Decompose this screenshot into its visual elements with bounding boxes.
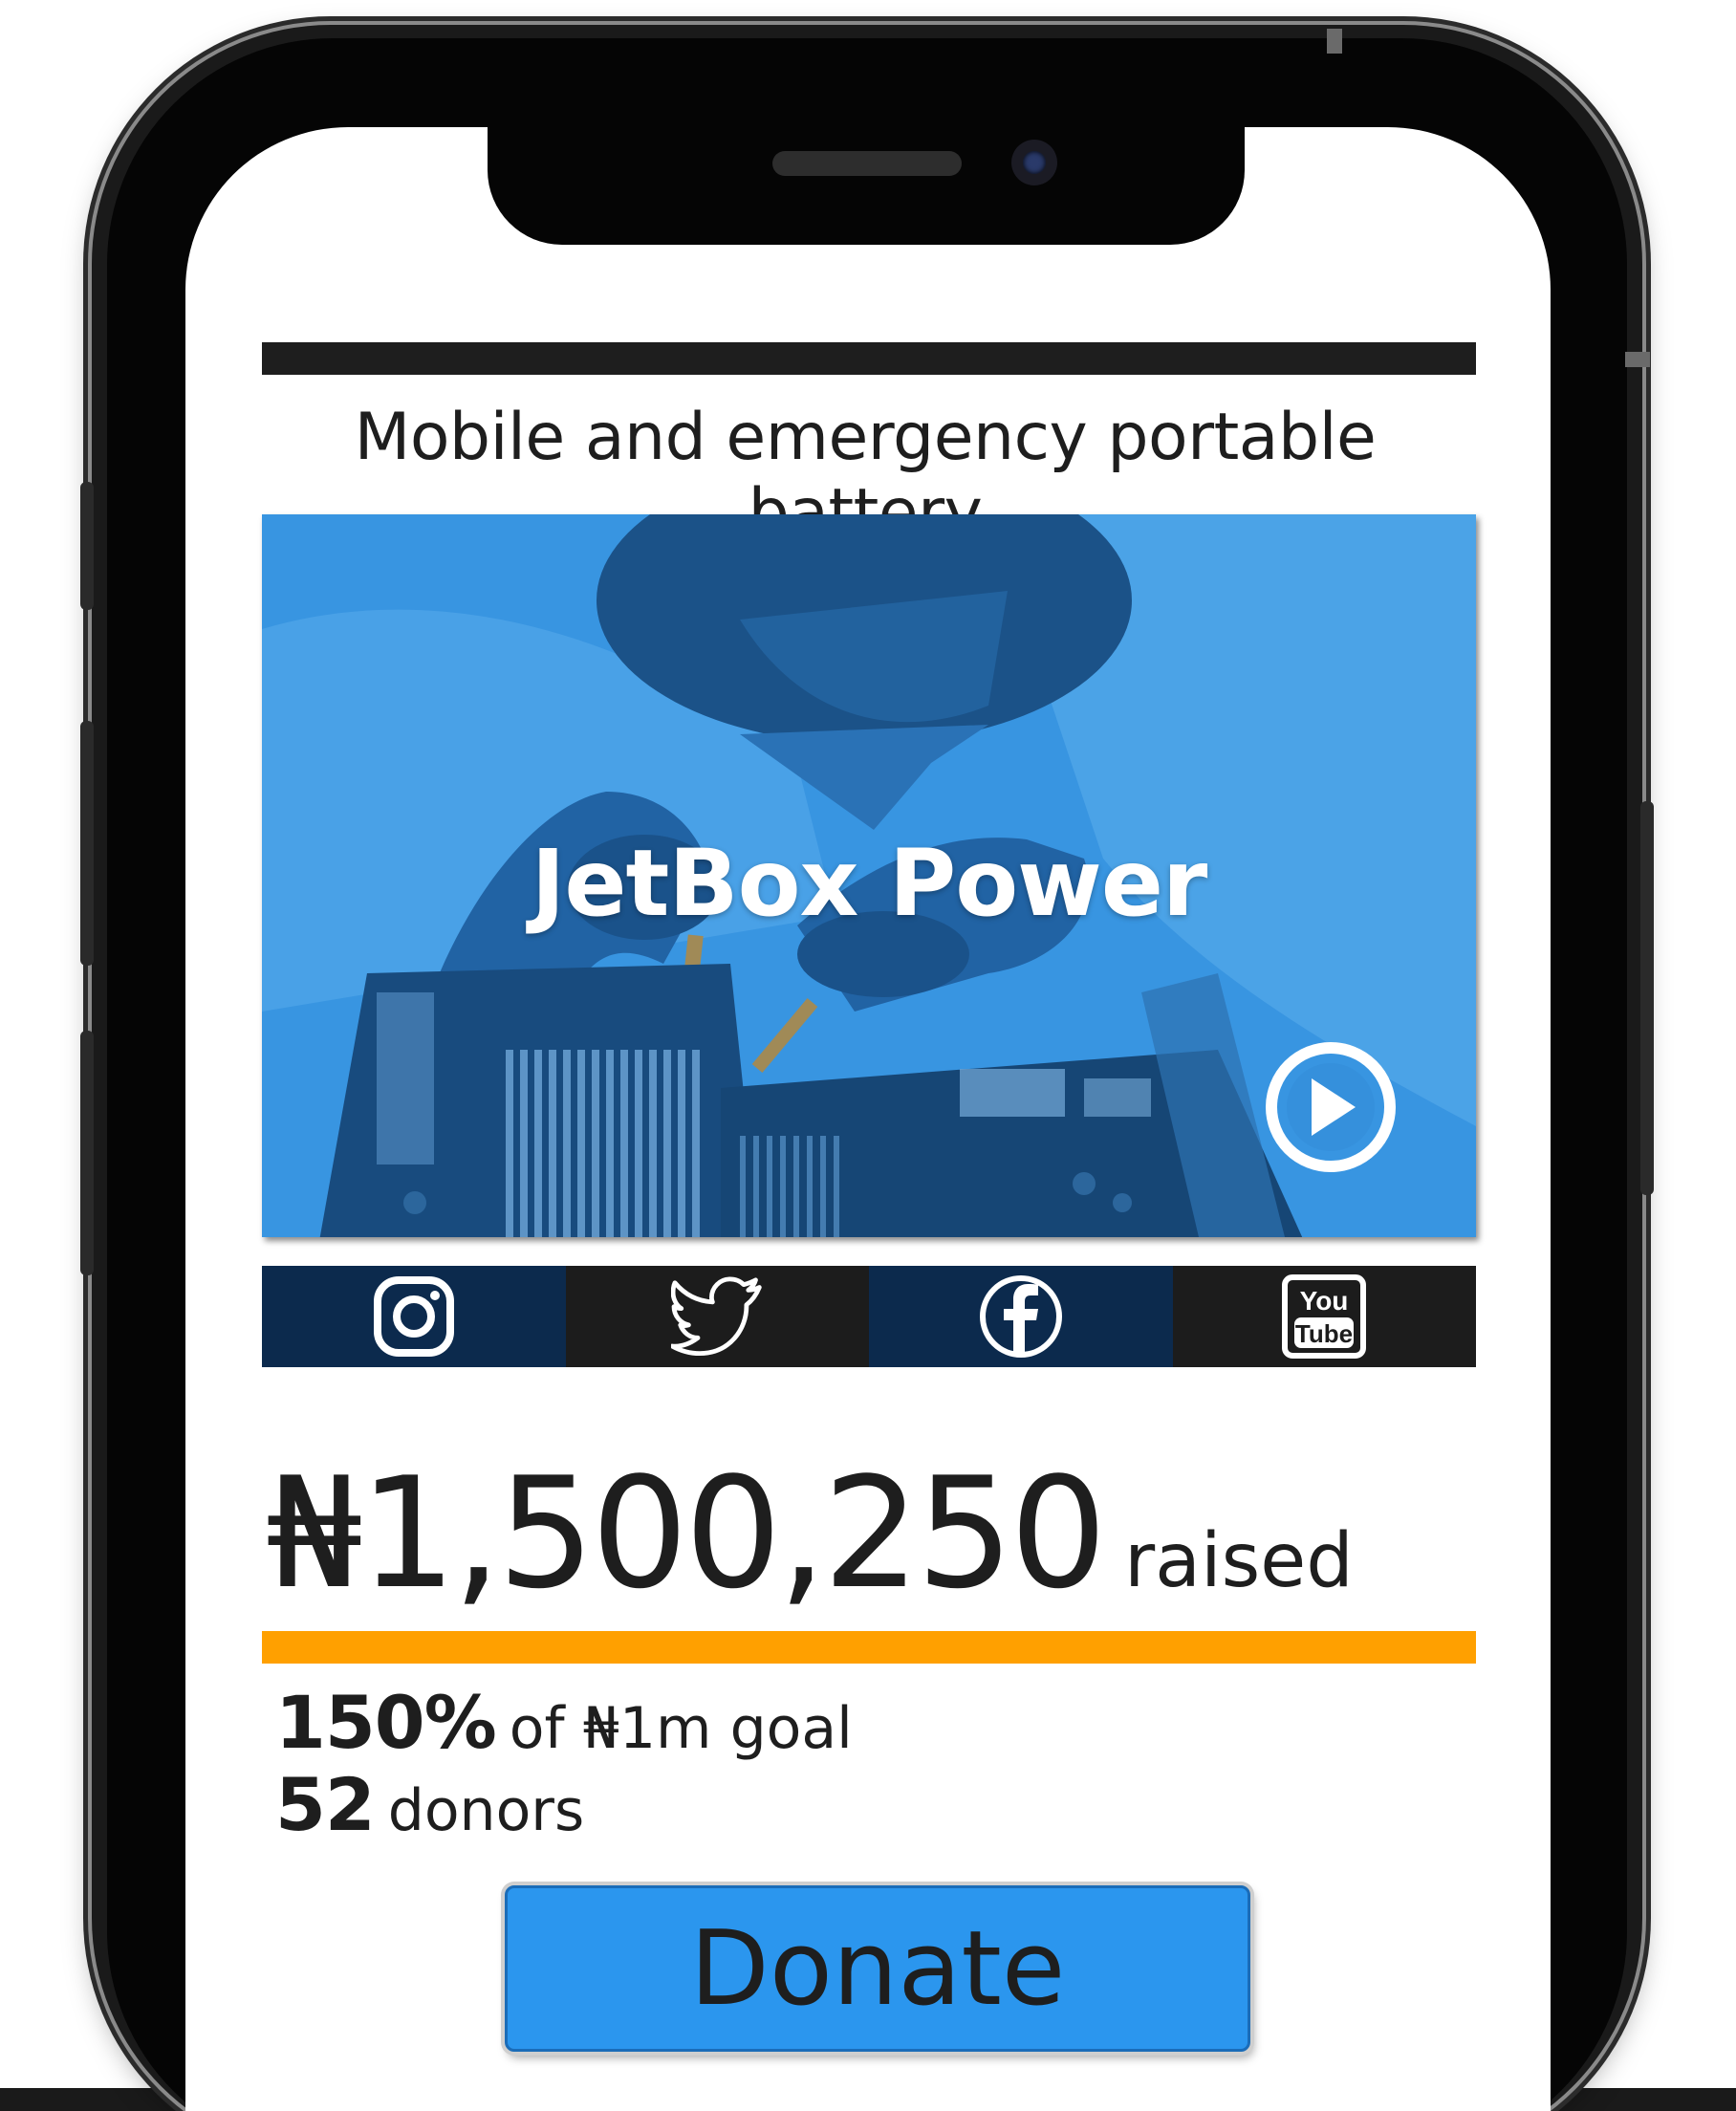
front-camera [1011, 140, 1057, 185]
header-bar [262, 342, 1476, 375]
goal-text: of ₦1m goal [509, 1695, 853, 1762]
volume-up-button [80, 721, 94, 966]
speaker-grille [772, 151, 962, 176]
amount-raised: ₦1,500,250 [266, 1444, 1107, 1622]
svg-text:Tube: Tube [1295, 1319, 1353, 1348]
antenna-seam [1327, 29, 1342, 54]
power-button [1640, 801, 1654, 1195]
funding-stats: 150% of ₦1m goal 52 donors [275, 1685, 853, 1849]
donate-button[interactable]: Donate [505, 1885, 1250, 2052]
mute-switch [80, 482, 94, 610]
goal-stat: 150% of ₦1m goal [275, 1685, 853, 1767]
play-icon [1312, 1078, 1356, 1136]
progress-fill [262, 1631, 1476, 1664]
facebook-icon [979, 1275, 1062, 1358]
donor-label: donors [387, 1777, 585, 1844]
video-title: JetBox Power [531, 830, 1208, 937]
instagram-icon [373, 1276, 454, 1357]
instagram-button[interactable] [262, 1266, 566, 1367]
funding-progress-bar [262, 1631, 1476, 1664]
campaign-video[interactable]: JetBox Power [262, 514, 1476, 1237]
twitter-button[interactable] [565, 1266, 869, 1367]
notch [488, 122, 1245, 245]
youtube-button[interactable]: You Tube [1172, 1266, 1476, 1367]
twitter-icon [671, 1276, 762, 1357]
funding-summary: ₦1,500,250 raised [266, 1444, 1354, 1622]
donor-count: 52 [275, 1762, 376, 1847]
svg-text:You: You [1300, 1286, 1349, 1316]
social-share-bar: You Tube [262, 1266, 1476, 1367]
donor-stat: 52 donors [275, 1767, 853, 1849]
play-button[interactable] [1266, 1042, 1396, 1172]
facebook-button[interactable] [869, 1266, 1173, 1367]
percent-funded: 150% [275, 1680, 497, 1765]
antenna-seam [1625, 352, 1650, 367]
youtube-icon: You Tube [1282, 1274, 1367, 1359]
volume-down-button [80, 1031, 94, 1275]
raised-label: raised [1124, 1518, 1354, 1604]
